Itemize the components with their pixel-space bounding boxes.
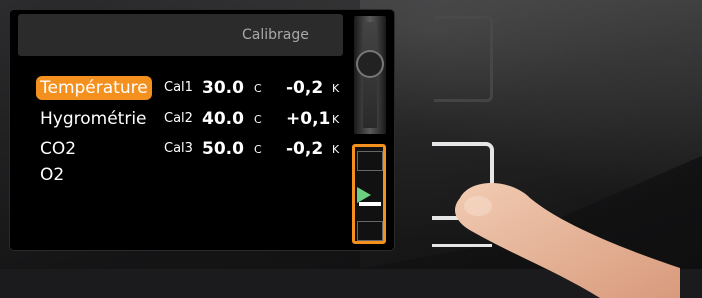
- cal-value: 50.0: [202, 139, 244, 159]
- header-bar: Calibrage: [18, 14, 343, 56]
- row-label[interactable]: Température: [36, 76, 152, 100]
- cal-value: 30.0: [202, 78, 244, 98]
- touch-outline-top: [434, 16, 493, 102]
- row-label[interactable]: O2: [40, 163, 64, 187]
- cal-label: Cal3: [164, 141, 193, 156]
- delta-value: -0,2: [286, 139, 324, 159]
- value-unit: C: [254, 82, 262, 95]
- side-scroll-panel[interactable]: [350, 14, 390, 246]
- delta-unit: K: [332, 143, 340, 156]
- value-unit: C: [254, 143, 262, 156]
- cal-label: Cal1: [164, 80, 193, 95]
- delta-unit: K: [332, 113, 340, 126]
- row-o2[interactable]: O2: [10, 163, 150, 187]
- bar-icon: [359, 202, 381, 206]
- finger-icon: [455, 183, 680, 298]
- row-temperature[interactable]: Température Cal1 30.0 C -0,2 K: [10, 76, 350, 100]
- watch-dial-icon: [358, 52, 382, 76]
- value-unit: C: [254, 113, 262, 126]
- slot-icon: [357, 221, 383, 241]
- slot-icon: [357, 151, 383, 171]
- row-label[interactable]: CO2: [40, 137, 76, 161]
- selected-thumbnail[interactable]: [352, 144, 386, 244]
- cal-label: Cal2: [164, 111, 193, 126]
- delta-value: +0,1: [286, 109, 331, 129]
- cal-value: 40.0: [202, 109, 244, 129]
- device-screen: Calibrage Température Cal1 30.0 C -0,2 K…: [10, 10, 394, 250]
- row-co2[interactable]: CO2 Cal3 50.0 C -0,2 K: [10, 137, 350, 161]
- header-title: Calibrage: [242, 27, 309, 43]
- arrow-icon: [357, 187, 371, 203]
- delta-unit: K: [332, 82, 340, 95]
- watch-thumbnail[interactable]: [354, 16, 386, 134]
- row-label[interactable]: Hygrométrie: [40, 107, 147, 131]
- delta-value: -0,2: [286, 78, 324, 98]
- row-hygrometrie[interactable]: Hygrométrie Cal2 40.0 C +0,1 K: [10, 107, 350, 131]
